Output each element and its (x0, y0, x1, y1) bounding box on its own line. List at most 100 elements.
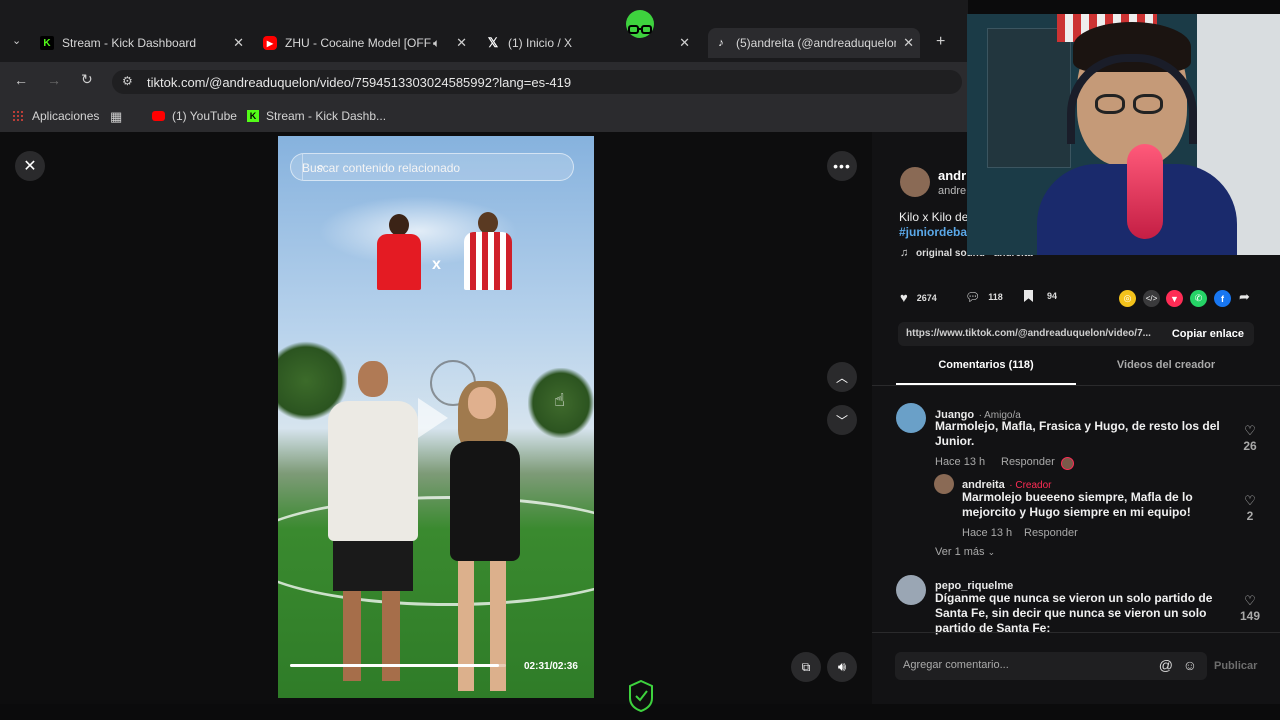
speaker-icon[interactable]: 🔈︎ (433, 36, 440, 51)
vs-label: x (432, 256, 441, 273)
comment-line: Junior. (935, 434, 975, 448)
cursor-hand-icon: ☝︎ (554, 390, 565, 410)
comment-like-button[interactable]: ♡ 2 (1238, 493, 1262, 523)
avatar[interactable] (896, 575, 926, 605)
tab-comments-label: Comentarios (118) (938, 359, 1034, 371)
pip-icon: ⧉ (801, 659, 811, 674)
back-icon[interactable]: ← (14, 72, 28, 88)
close-video-button[interactable]: ✕ (15, 151, 45, 181)
comment-like-button[interactable]: ♡ 149 (1238, 593, 1262, 623)
comment-input[interactable]: Agregar comentario... @ ☺ (895, 652, 1207, 680)
bookmark-kick[interactable]: K Stream - Kick Dashb... (247, 109, 386, 123)
kick-icon: K (40, 36, 54, 50)
tab-kick-dashboard[interactable]: K Stream - Kick Dashboard ✕ (40, 28, 250, 58)
kick-icon: K (247, 110, 259, 122)
close-icon[interactable]: ✕ (233, 35, 244, 51)
tab-search-dropdown[interactable]: ⌄ (12, 34, 21, 47)
microphone (1127, 144, 1163, 239)
youtube-icon: ▶ (263, 36, 277, 50)
webcam-board (987, 28, 1071, 168)
tab-label: (1) Inicio / X (508, 36, 573, 50)
comment-placeholder: Agregar comentario... (903, 659, 1009, 671)
previous-video-button[interactable]: ︿ (827, 362, 857, 392)
mention-icon[interactable]: @ (1159, 657, 1173, 673)
streamer-badge-icon (628, 679, 654, 713)
post-hashtag[interactable]: #juniordeba (899, 225, 967, 239)
reload-icon[interactable]: ↻ (81, 71, 93, 88)
comment-count: 118 (988, 292, 1003, 302)
share-arrow-icon[interactable]: ➦ (1239, 289, 1250, 305)
streamer-webcam (967, 14, 1280, 255)
close-icon[interactable]: ✕ (679, 35, 690, 51)
reply-button[interactable]: Responder (1001, 456, 1055, 468)
facebook-icon[interactable]: f (1214, 290, 1231, 307)
comment-button[interactable]: 💬︎ 118 (965, 290, 1003, 304)
browser-tab-strip: ⌄ K Stream - Kick Dashboard ✕ ▶ ZHU - Co… (0, 0, 968, 62)
new-tab-button[interactable]: + (936, 33, 945, 51)
copy-link-button[interactable]: Copiar enlace (1172, 328, 1244, 340)
heart-outline-icon: ♡ (1244, 593, 1256, 608)
author-avatar[interactable] (900, 167, 930, 197)
comment-line: mejorcito y Hugo siempre en mi equipo! (962, 505, 1191, 519)
creator-liked-avatar (1061, 457, 1074, 470)
avatar[interactable] (934, 474, 954, 494)
view-more-replies[interactable]: Ver 1 más ⌄ (935, 546, 995, 558)
url-field[interactable]: ⚙︎ tiktok.com/@andreaduquelon/video/7594… (112, 70, 962, 94)
site-settings-icon[interactable]: ⚙︎ (122, 74, 133, 88)
search-icon[interactable]: ⌕ (302, 154, 338, 180)
tab-creator-videos[interactable]: Videos del creador (1076, 359, 1256, 385)
player-cutout-left (373, 214, 425, 292)
pip-button[interactable]: ⧉ (791, 652, 821, 682)
tab-x-inicio[interactable]: 𝕏 (1) Inicio / X ✕ (486, 28, 696, 58)
tab-zhu-youtube[interactable]: ▶ ZHU - Cocaine Model [OFF 🔈︎ ✕ (263, 28, 473, 58)
embed-code-icon[interactable]: </> (1143, 290, 1160, 307)
next-video-button[interactable]: ﹀ (827, 405, 857, 435)
bookmarks-bar: Aplicaciones ▦ (1) YouTube K Stream - Ki… (0, 100, 968, 132)
close-icon[interactable]: ✕ (903, 35, 914, 51)
post-link: https://www.tiktok.com/@andreaduquelon/v… (906, 328, 1151, 339)
post-comment-button[interactable]: Publicar (1214, 660, 1257, 672)
tab-creator-label: Videos del creador (1116, 359, 1216, 371)
chevron-down-icon: ⌄ (987, 547, 996, 557)
bookmark-youtube[interactable]: (1) YouTube (152, 109, 237, 123)
video-player[interactable]: x Buscar contenido relacionado ⌕ 02:31/0… (278, 136, 594, 698)
close-icon[interactable]: ✕ (456, 35, 467, 51)
emoji-icon[interactable]: ☺ (1183, 657, 1197, 673)
bookmark-label: Stream - Kick Dashb... (266, 109, 387, 123)
forward-icon[interactable]: → (47, 72, 61, 88)
play-icon[interactable] (418, 398, 448, 438)
comment-text: Díganme que nunca se vieron un solo part… (935, 591, 1225, 636)
bookmark-apps[interactable]: Aplicaciones (12, 109, 99, 123)
heart-outline-icon: ♡ (1244, 423, 1256, 438)
comment-time: Hace 13 h (935, 456, 986, 468)
more-options-button[interactable]: ••• (827, 151, 857, 181)
save-button[interactable]: 94 (1024, 290, 1057, 302)
tab-tiktok-andreita[interactable]: ♪ (5)andreita (@andreaduquelon) ✕ (708, 28, 920, 58)
tab-label: ZHU - Cocaine Model [OFF (285, 36, 432, 50)
comment-line: Marmolejo bueeeno siempre, Mafla de lo (962, 490, 1193, 504)
comment-time: Hace 13 h (962, 527, 1013, 539)
volume-button[interactable]: 🔊︎ (827, 652, 857, 682)
comment-line: partido de Santa Fe: (935, 621, 1051, 635)
whatsapp-icon[interactable]: ✆ (1190, 290, 1207, 307)
like-button[interactable]: ♥ 2674 (900, 290, 937, 305)
avatar[interactable] (896, 403, 926, 433)
author-username[interactable]: andr (938, 168, 966, 183)
comment-bubble-icon: 💬︎ (965, 290, 981, 304)
save-count: 94 (1047, 291, 1058, 301)
share-coin-icon[interactable]: ◎ (1119, 290, 1136, 307)
youtube-icon (152, 111, 165, 121)
copy-link-row: https://www.tiktok.com/@andreaduquelon/v… (898, 322, 1254, 346)
comment-like-button[interactable]: ♡ 26 (1238, 423, 1262, 453)
reply-button[interactable]: Responder (1024, 527, 1078, 539)
chevron-down-icon: ﹀ (835, 413, 848, 428)
heart-icon: ♥ (900, 290, 908, 305)
share-repost-icon[interactable]: ▼ (1166, 290, 1183, 307)
bookmark-grid[interactable]: ▦ (110, 109, 122, 125)
music-icon: ♫ (900, 247, 909, 259)
related-search-input[interactable]: Buscar contenido relacionado ⌕ (290, 153, 574, 181)
video-progress-bar[interactable] (290, 664, 506, 667)
like-count: 2674 (916, 292, 937, 303)
author-handle: andre (938, 185, 967, 197)
tab-comments[interactable]: Comentarios (118) (896, 359, 1076, 385)
